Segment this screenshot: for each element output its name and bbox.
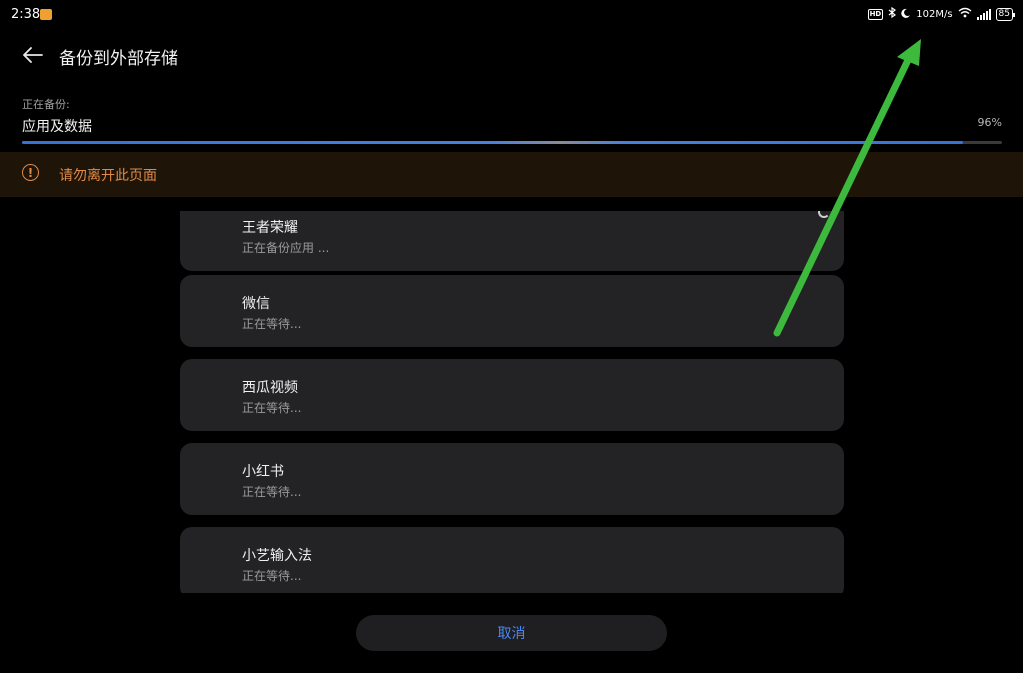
app-name: 王者荣耀 [242, 220, 298, 236]
battery-icon: 85 [995, 7, 1016, 21]
app-status: 正在等待... [242, 569, 302, 583]
progress-main-label: 应用及数据 [22, 119, 92, 135]
page-title: 备份到外部存储 [59, 49, 178, 69]
list-item: 微信 正在等待... [180, 275, 844, 347]
clock: 2:38 [11, 7, 41, 22]
warning-text: 请勿离开此页面 [59, 168, 157, 184]
progress-fill [22, 141, 963, 144]
moon-icon [901, 8, 911, 21]
app-name: 西瓜视频 [242, 380, 298, 396]
progress-percent: 96% [977, 116, 1002, 129]
cancel-button[interactable]: 取消 [356, 615, 667, 651]
list-item: 西瓜视频 正在等待... [180, 359, 844, 431]
back-arrow-icon [23, 47, 43, 67]
app-list[interactable]: 王者荣耀 正在备份应用 ... 微信 正在等待... 西瓜视频 正在等待... … [180, 211, 844, 593]
warning-banner: ! 请勿离开此页面 [0, 152, 1023, 197]
app-name: 微信 [242, 296, 270, 312]
app-name: 小艺输入法 [242, 548, 312, 564]
app-status: 正在等待... [242, 317, 302, 331]
signal-icon [976, 8, 991, 20]
progress-track [22, 141, 1002, 144]
net-speed: 102M/s [916, 8, 953, 20]
back-button[interactable] [18, 42, 48, 72]
status-bar: 2:38 HD 102M/s 85 [0, 0, 1023, 30]
app-name: 小红书 [242, 464, 284, 480]
list-item: 小红书 正在等待... [180, 443, 844, 515]
status-icons: HD 102M/s 85 [867, 6, 1016, 21]
bluetooth-icon [888, 6, 897, 21]
list-item: 王者荣耀 正在备份应用 ... [180, 211, 844, 271]
backup-progress: 正在备份: 应用及数据 96% [22, 96, 1002, 144]
app-status: 正在等待... [242, 401, 302, 415]
hd-icon: HD [867, 8, 884, 20]
warning-icon: ! [22, 164, 39, 181]
list-item: 小艺输入法 正在等待... [180, 527, 844, 593]
app-bar: 备份到外部存储 [0, 36, 1023, 76]
progress-sub-label: 正在备份: [22, 98, 70, 111]
notification-app-icon [40, 9, 52, 20]
loading-spinner-icon [818, 211, 830, 218]
wifi-icon [958, 7, 972, 21]
app-status: 正在等待... [242, 485, 302, 499]
app-status: 正在备份应用 ... [242, 241, 330, 255]
